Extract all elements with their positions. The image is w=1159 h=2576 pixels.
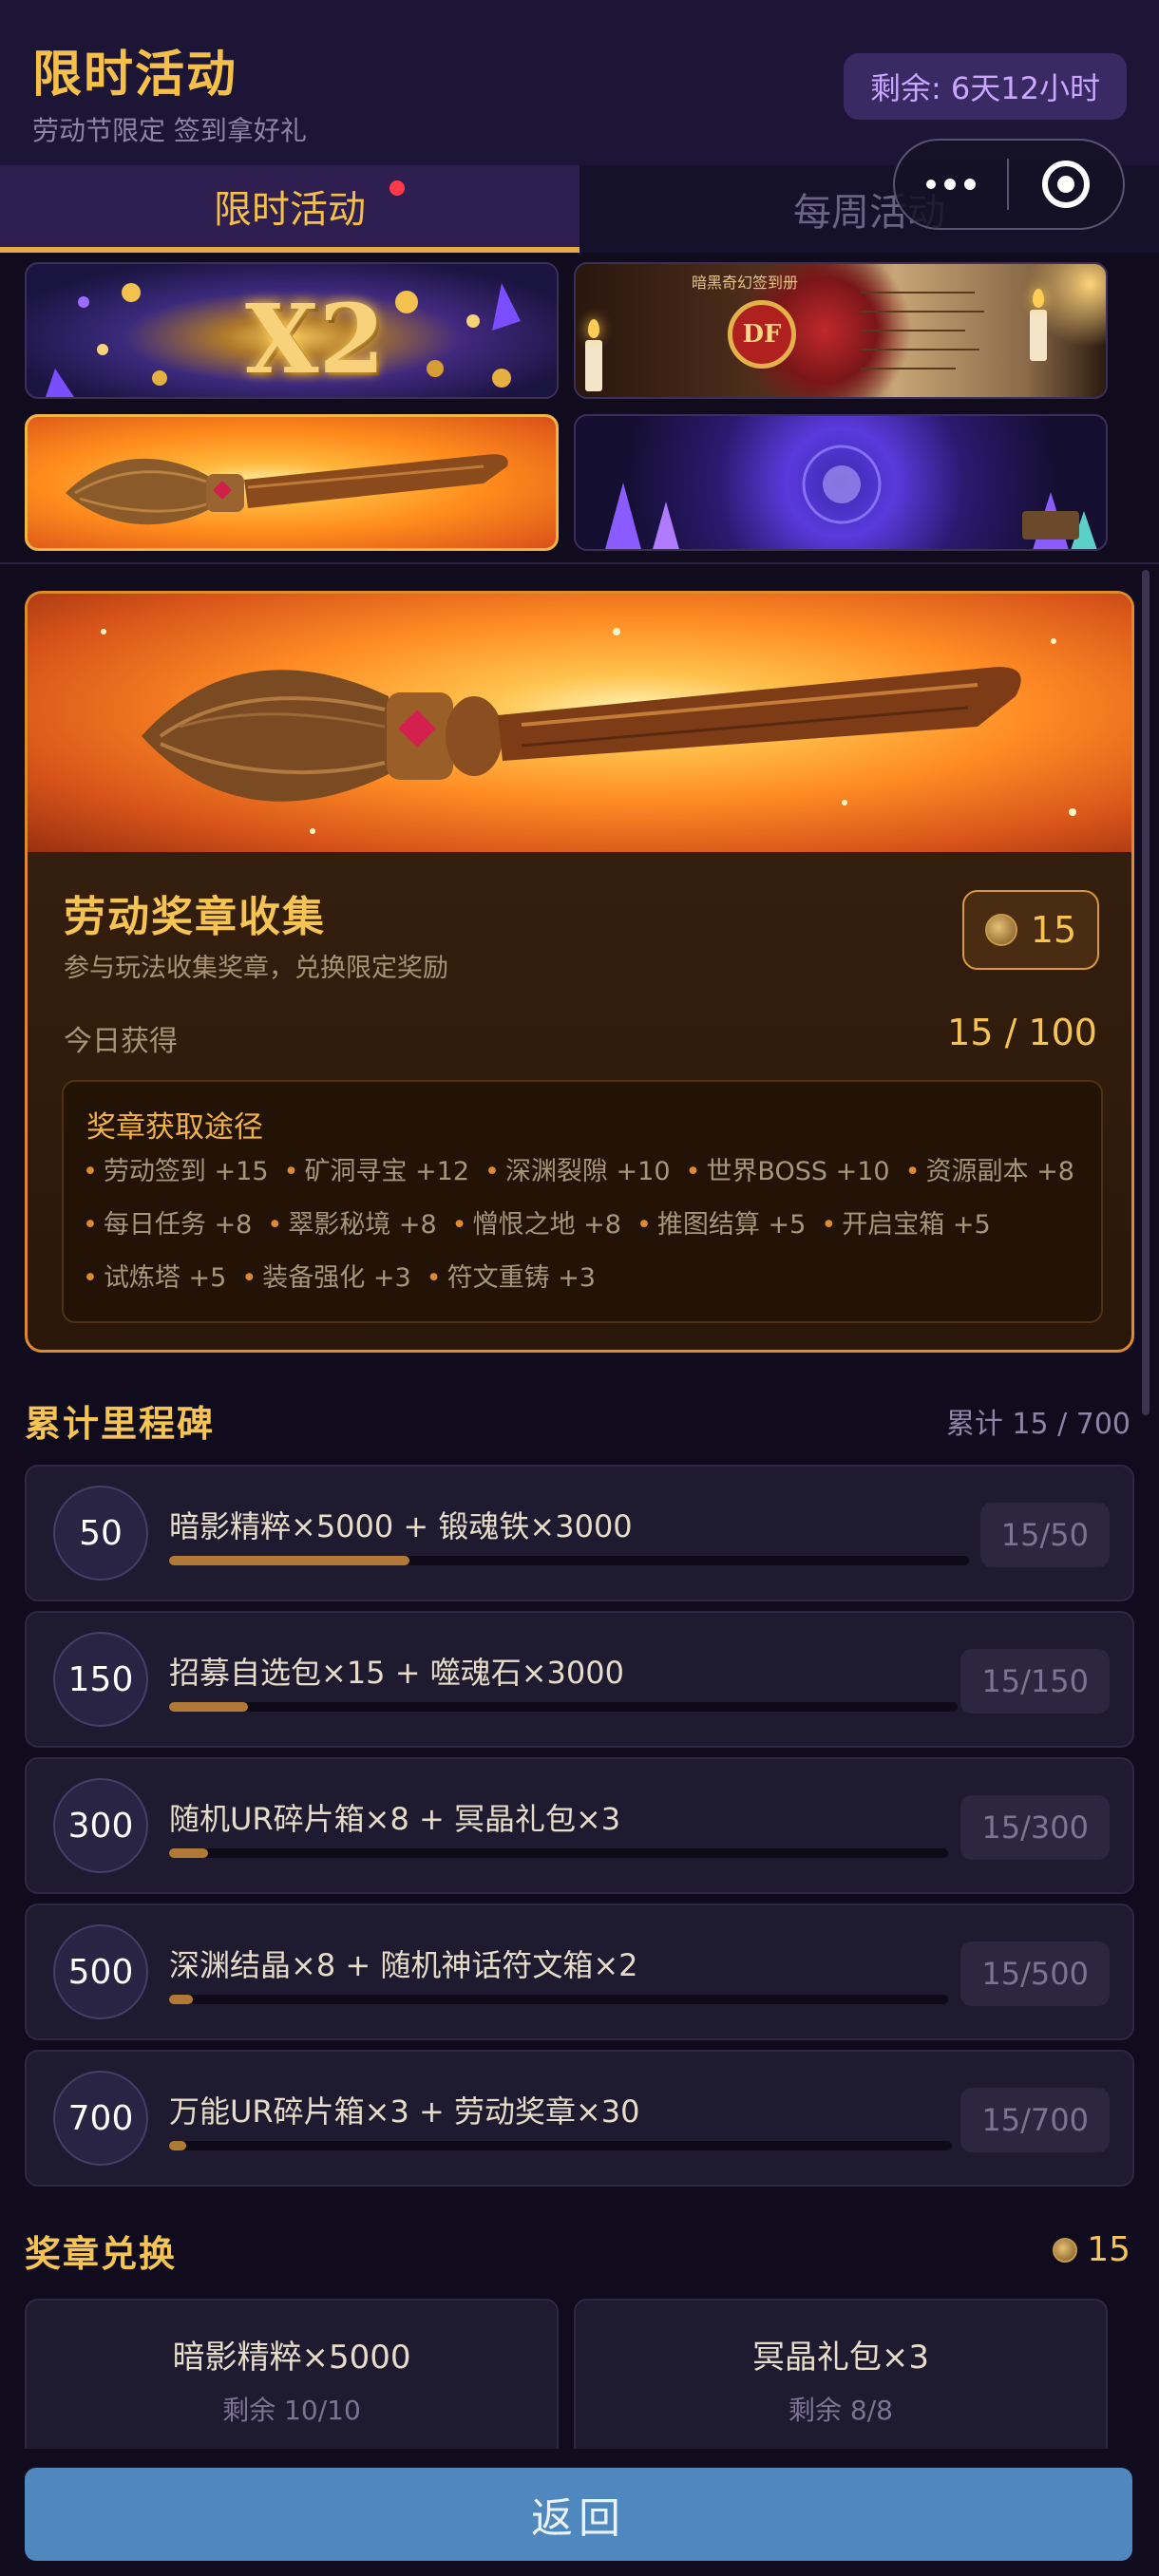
broom-icon	[101, 628, 1076, 834]
medal-sources-title: 奖章获取途径	[86, 1110, 263, 1145]
medal-count-badge: 15	[962, 890, 1099, 970]
medal-source-item: • 劳动签到 +15	[83, 1157, 269, 1186]
exchange-item-remaining: 剩余 8/8	[788, 2395, 893, 2426]
milestone-progress-fill	[169, 1556, 409, 1565]
milestone-row[interactable]: 500 深渊结晶×8 + 随机神话符文箱×2 15/500	[25, 1904, 1134, 2040]
bottom-bar: 返回	[0, 2449, 1159, 2576]
banner-double-reward[interactable]: X2	[25, 262, 559, 399]
milestone-progress-track	[169, 1702, 958, 1712]
milestone-progress-track	[169, 1848, 948, 1858]
milestone-threshold: 50	[53, 1486, 148, 1581]
banner-labor-broom[interactable]	[25, 414, 559, 551]
medal-source-item: • 推图结算 +5	[636, 1210, 807, 1240]
notification-dot	[390, 180, 405, 196]
milestone-progress-badge: 15/500	[960, 1941, 1110, 2006]
milestone-progress-badge: 15/150	[960, 1649, 1110, 1714]
milestone-reward: 万能UR碎片箱×3 + 劳动奖章×30	[169, 2093, 640, 2130]
today-earned-value: 15 / 100	[947, 1012, 1097, 1053]
back-button[interactable]: 返回	[25, 2468, 1132, 2561]
broom-icon	[66, 454, 508, 525]
milestone-reward: 招募自选包×15 + 噬魂石×3000	[169, 1655, 624, 1691]
broom-hero-image	[28, 594, 1131, 852]
medal-sources-list: • 劳动签到 +15 • 矿洞寻宝 +12 • 深渊裂隙 +10 • 世界BOSS +1…	[83, 1154, 1090, 1297]
milestone-threshold: 150	[53, 1632, 148, 1727]
page-subtitle: 劳动节限定 签到拿好礼	[32, 115, 307, 146]
milestone-threshold: 300	[53, 1778, 148, 1873]
medal-source-item: • 世界BOSS +10	[685, 1157, 890, 1186]
medal-collection-card: 劳动奖章收集 参与玩法收集奖章，兑换限定奖励 15 今日获得 15 / 100 …	[25, 591, 1134, 1353]
milestone-reward: 暗影精粹×5000 + 锻魂铁×3000	[169, 1508, 633, 1544]
milestone-row[interactable]: 150 招募自选包×15 + 噬魂石×3000 15/150	[25, 1611, 1134, 1748]
medal-source-item: • 深渊裂隙 +10	[484, 1157, 671, 1186]
double-reward-text: X2	[245, 283, 386, 395]
exchange-medal-value: 15	[1087, 2230, 1130, 2269]
section-divider	[0, 562, 1159, 564]
exchange-medal-count: 15	[1053, 2230, 1130, 2269]
crystal-decoration	[605, 445, 1097, 549]
milestone-progress-fill	[169, 1702, 248, 1712]
medal-card-title: 劳动奖章收集	[64, 893, 326, 941]
milestone-reward: 深渊结晶×8 + 随机神话符文箱×2	[169, 1947, 638, 1983]
banner-sign-in-book[interactable]: 暗黑奇幻签到册 DF	[574, 262, 1108, 399]
medal-sources-box: 奖章获取途径 • 劳动签到 +15 • 矿洞寻宝 +12 • 深渊裂隙 +10 • 世界…	[62, 1080, 1103, 1323]
milestone-progress-track	[169, 1556, 969, 1565]
milestone-reward: 随机UR碎片箱×8 + 冥晶礼包×3	[169, 1801, 621, 1837]
milestone-progress-fill	[169, 1848, 208, 1858]
scrollbar[interactable]	[1142, 570, 1150, 1415]
milestone-progress-badge: 15/50	[979, 1503, 1110, 1567]
medal-icon	[1053, 2237, 1078, 2263]
milestone-progress-track	[169, 1995, 948, 2004]
exchange-item-remaining: 剩余 10/10	[222, 2395, 361, 2426]
milestone-progress-badge: 15/300	[960, 1795, 1110, 1860]
book-lines-decoration	[861, 292, 984, 369]
exchange-item-name: 暗影精粹×5000	[172, 2339, 411, 2377]
exchange-item-name: 冥晶礼包×3	[751, 2339, 930, 2377]
medal-source-item: • 符文重铸 +3	[426, 1263, 596, 1293]
milestone-threshold: 700	[53, 2071, 148, 2166]
banner-crystal-cave[interactable]	[574, 414, 1108, 551]
medal-icon	[984, 914, 1017, 946]
medal-count-value: 15	[1030, 909, 1077, 951]
miniprogram-capsule	[893, 139, 1125, 230]
today-earned-label: 今日获得	[64, 1025, 178, 1058]
milestone-progress-fill	[169, 2141, 186, 2150]
milestones-title: 累计里程碑	[25, 1403, 216, 1445]
medal-card-description: 参与玩法收集奖章，兑换限定奖励	[64, 954, 448, 983]
medal-source-item: • 矿洞寻宝 +12	[283, 1157, 470, 1186]
medal-source-item: • 每日任务 +8	[83, 1210, 253, 1240]
milestone-progress-badge: 15/700	[960, 2088, 1110, 2152]
more-menu-icon[interactable]	[895, 179, 1007, 190]
medal-source-item: • 开启宝箱 +5	[821, 1210, 991, 1240]
milestones-total: 累计 15 / 700	[945, 1408, 1130, 1441]
page-title: 限时活动	[32, 47, 238, 104]
medal-source-item: • 憎恨之地 +8	[451, 1210, 621, 1240]
exchange-title: 奖章兑换	[25, 2233, 178, 2275]
medal-source-item: • 翠影秘境 +8	[267, 1210, 437, 1240]
medal-source-item: • 装备强化 +3	[241, 1263, 411, 1293]
tab-limited-activity[interactable]: 限时活动	[0, 165, 580, 253]
close-miniprogram-icon[interactable]	[1009, 161, 1123, 208]
medal-source-item: • 试炼塔 +5	[83, 1263, 227, 1293]
milestone-row[interactable]: 700 万能UR碎片箱×3 + 劳动奖章×30 15/700	[25, 2050, 1134, 2187]
milestone-threshold: 500	[53, 1924, 148, 2019]
tab-label: 限时活动	[214, 188, 366, 232]
medal-source-item: • 资源副本 +8	[904, 1157, 1074, 1186]
countdown-badge: 剩余: 6天12小时	[844, 53, 1127, 120]
milestone-row[interactable]: 300 随机UR碎片箱×8 + 冥晶礼包×3 15/300	[25, 1757, 1134, 1894]
milestone-progress-track	[169, 2141, 952, 2150]
milestone-row[interactable]: 50 暗影精粹×5000 + 锻魂铁×3000 15/50	[25, 1465, 1134, 1601]
milestone-progress-fill	[169, 1995, 193, 2004]
